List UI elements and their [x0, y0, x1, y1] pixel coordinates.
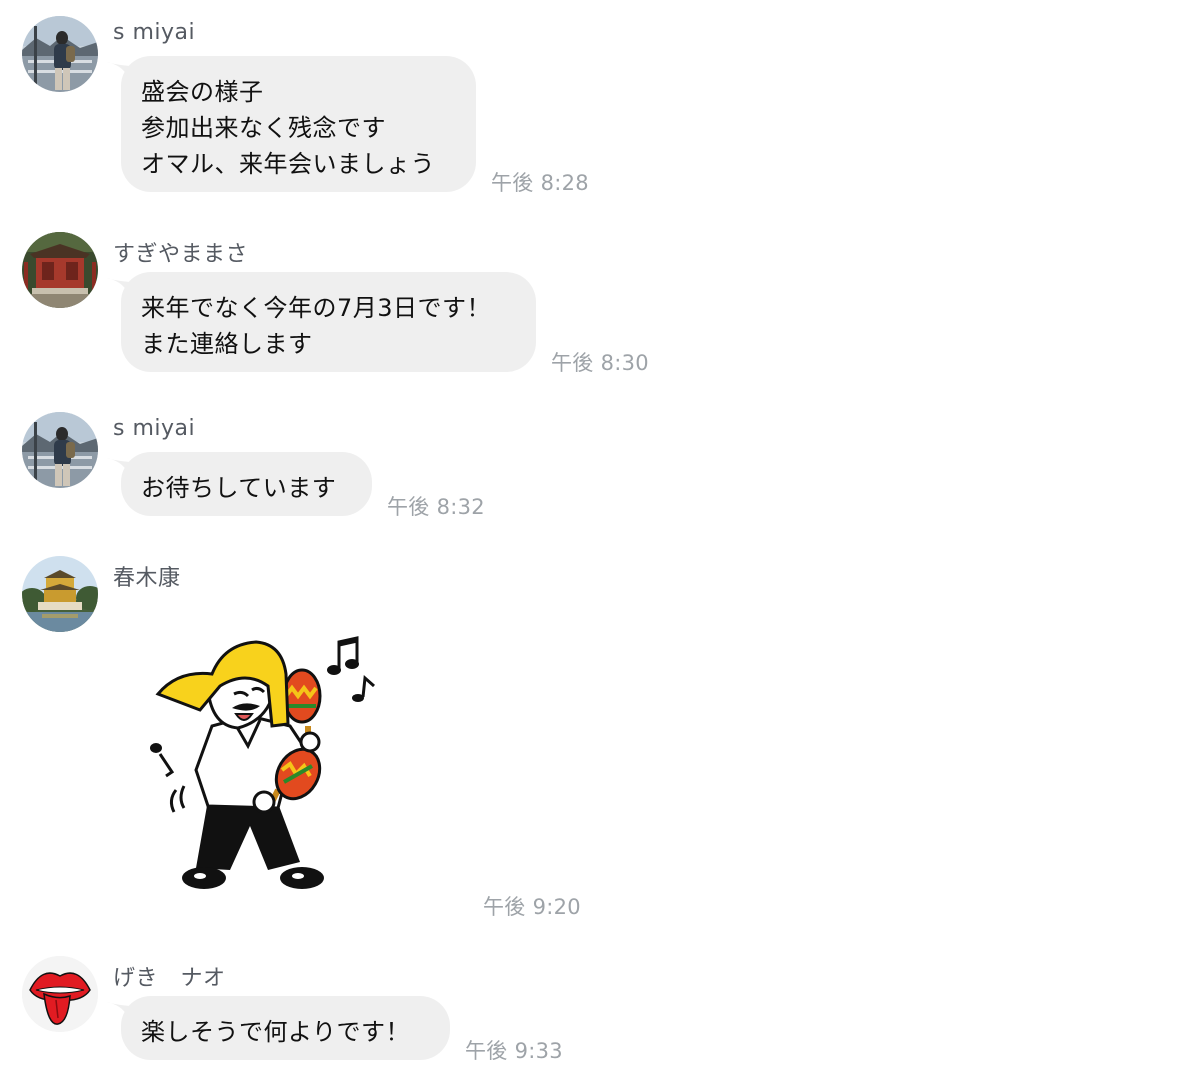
- avatar-geki-nao[interactable]: [22, 956, 98, 1032]
- sender-name: s miyai: [113, 20, 196, 45]
- lips-tongue-logo-icon: [22, 956, 98, 1032]
- timestamp: 午後 9:33: [465, 1039, 563, 1063]
- timestamp: 午後 8:28: [491, 171, 589, 195]
- lake-photo-icon: [22, 412, 98, 488]
- timestamp: 午後 8:32: [387, 495, 485, 519]
- dancing-maracas-sticker[interactable]: [138, 630, 388, 900]
- message-text: また連絡します: [141, 330, 313, 358]
- message-text: オマル、来年会いましょう: [141, 150, 435, 178]
- message-bubble[interactable]: お待ちしています: [121, 452, 372, 516]
- lake-photo-icon: [22, 16, 98, 92]
- avatar-haruki[interactable]: [22, 556, 98, 632]
- sender-name: s miyai: [113, 416, 196, 441]
- avatar-s-miyai[interactable]: [22, 16, 98, 92]
- message-text: お待ちしています: [141, 474, 337, 502]
- message-bubble[interactable]: 楽しそうで何よりです！: [121, 996, 450, 1060]
- shrine-photo-icon: [22, 232, 98, 308]
- timestamp: 午後 8:30: [551, 351, 649, 375]
- sender-name: げき ナオ: [113, 966, 226, 991]
- message-text: 楽しそうで何よりです！: [141, 1018, 411, 1046]
- sender-name: 春木康: [113, 566, 181, 591]
- message-bubble[interactable]: 盛会の様子 参加出来なく残念です オマル、来年会いましょう: [121, 56, 476, 192]
- message-bubble[interactable]: 来年でなく今年の7月3日です！ また連絡します: [121, 272, 536, 372]
- avatar-sugiyama[interactable]: [22, 232, 98, 308]
- message-text: 来年でなく今年の7月3日です！: [141, 294, 492, 322]
- message-text: 盛会の様子: [141, 78, 264, 106]
- message-text: 参加出来なく残念です: [141, 114, 386, 142]
- sender-name: すぎやままさ: [113, 242, 249, 267]
- avatar-s-miyai[interactable]: [22, 412, 98, 488]
- timestamp: 午後 9:20: [483, 895, 581, 919]
- golden-pavilion-photo-icon: [22, 556, 98, 632]
